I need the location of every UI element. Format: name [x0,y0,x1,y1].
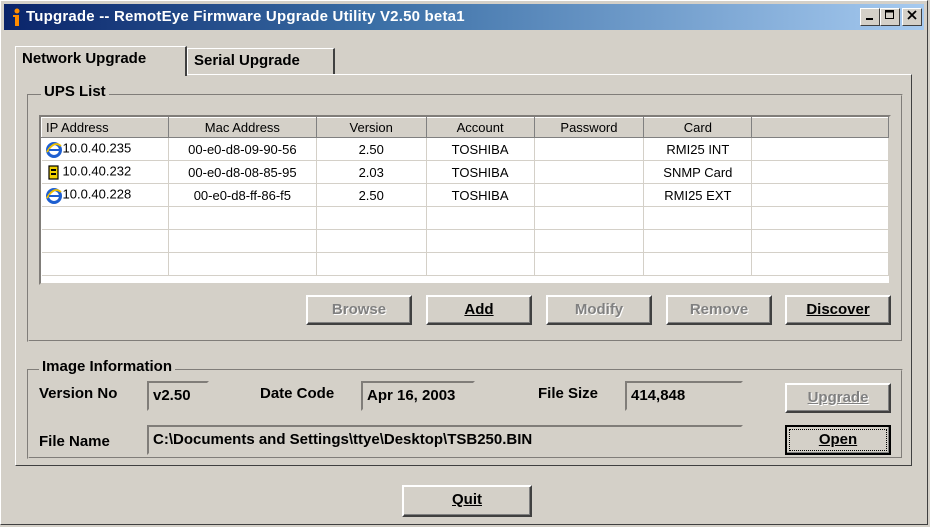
modify-label: Modify [574,301,624,318]
date-code-field: Apr 16, 2003 [361,381,475,411]
quit-button[interactable]: Quit [402,485,532,517]
quit-label: Quit [452,491,482,508]
column-header-empty [751,117,889,138]
column-header-version[interactable]: Version [315,117,427,138]
card-cell: RMI25 INT [643,137,753,161]
ups-list-label: UPS List [41,83,109,100]
open-label: Open [818,431,858,448]
empty-cell [751,137,889,161]
ie-globe-icon [45,188,62,204]
tab-serial-upgrade[interactable]: Serial Upgrade [187,48,335,74]
file-size-label: File Size [538,385,599,402]
window-title: Tupgrade -- RemotEye Firmware Upgrade Ut… [26,8,465,25]
version-cell: 2.50 [316,183,427,207]
open-button[interactable]: Open [785,425,891,455]
ups-table: IP Address Mac Address Version Account P… [41,117,889,276]
table-row[interactable]: 10.0.40.235 00-e0-d8-09-90-56 2.50 TOSHI… [41,137,889,161]
tab-network-upgrade[interactable]: Network Upgrade [15,46,187,76]
account-cell: TOSHIBA [426,137,535,161]
ip-text: 10.0.40.228 [62,186,132,202]
column-header-ip[interactable]: IP Address [41,117,169,138]
discover-label: Discover [806,301,870,318]
image-info-label: Image Information [39,358,176,375]
upgrade-button[interactable]: Upgrade [785,383,891,413]
ip-text: 10.0.40.235 [62,140,132,156]
card-cell: RMI25 EXT [643,183,753,207]
remove-label: Remove [689,301,749,318]
ups-list-view[interactable]: IP Address Mac Address Version Account P… [39,115,891,285]
ip-text: 10.0.40.232 [62,163,132,179]
close-button[interactable] [902,8,922,26]
ip-cell: 10.0.40.232 [41,160,169,184]
column-header-password[interactable]: Password [533,117,645,138]
empty-row [41,206,889,230]
empty-cell [751,160,889,184]
column-header-mac[interactable]: Mac Address [167,117,317,138]
version-cell: 2.50 [316,137,427,161]
file-name-field: C:\Documents and Settings\ttye\Desktop\T… [147,425,743,455]
file-name-label: File Name [39,433,110,450]
column-header-card[interactable]: Card [643,117,753,138]
password-cell [534,183,645,207]
modify-button[interactable]: Modify [546,295,652,325]
account-cell: TOSHIBA [426,183,535,207]
remove-button[interactable]: Remove [666,295,772,325]
empty-row [41,252,889,276]
upgrade-label: Upgrade [807,389,869,406]
title-bar[interactable]: Tupgrade -- RemotEye Firmware Upgrade Ut… [4,4,924,30]
table-row[interactable]: 10.0.40.232 00-e0-d8-08-85-95 2.03 TOSHI… [41,160,889,184]
discover-button[interactable]: Discover [785,295,891,325]
snmp-card-icon [47,165,59,180]
version-no-label: Version No [39,385,118,402]
version-no-field: v2.50 [147,381,209,411]
account-cell: TOSHIBA [426,160,535,184]
main-window: Tupgrade -- RemotEye Firmware Upgrade Ut… [0,0,928,525]
password-cell [534,160,645,184]
table-row[interactable]: 10.0.40.228 00-e0-d8-ff-86-f5 2.50 TOSHI… [41,183,889,207]
minimize-button[interactable] [860,8,880,26]
maximize-icon [885,10,894,19]
file-size-field: 414,848 [625,381,743,411]
maximize-button[interactable] [880,8,900,26]
table-header-row: IP Address Mac Address Version Account P… [41,117,889,138]
column-header-account[interactable]: Account [425,117,535,138]
browse-label: Browse [331,301,387,318]
mac-cell: 00-e0-d8-09-90-56 [168,137,317,161]
browse-button[interactable]: Browse [306,295,412,325]
minimize-icon [866,18,873,20]
mac-cell: 00-e0-d8-08-85-95 [168,160,317,184]
date-code-label: Date Code [260,385,335,402]
ie-globe-icon [45,142,62,158]
password-cell [534,137,645,161]
add-label: Add [464,301,494,318]
version-cell: 2.03 [316,160,427,184]
ip-cell: 10.0.40.228 [41,183,169,207]
empty-cell [751,183,889,207]
close-icon [907,10,917,20]
card-cell: SNMP Card [643,160,753,184]
ip-cell: 10.0.40.235 [41,137,169,161]
app-info-icon [13,8,20,26]
empty-row [41,229,889,253]
mac-cell: 00-e0-d8-ff-86-f5 [168,183,317,207]
add-button[interactable]: Add [426,295,532,325]
